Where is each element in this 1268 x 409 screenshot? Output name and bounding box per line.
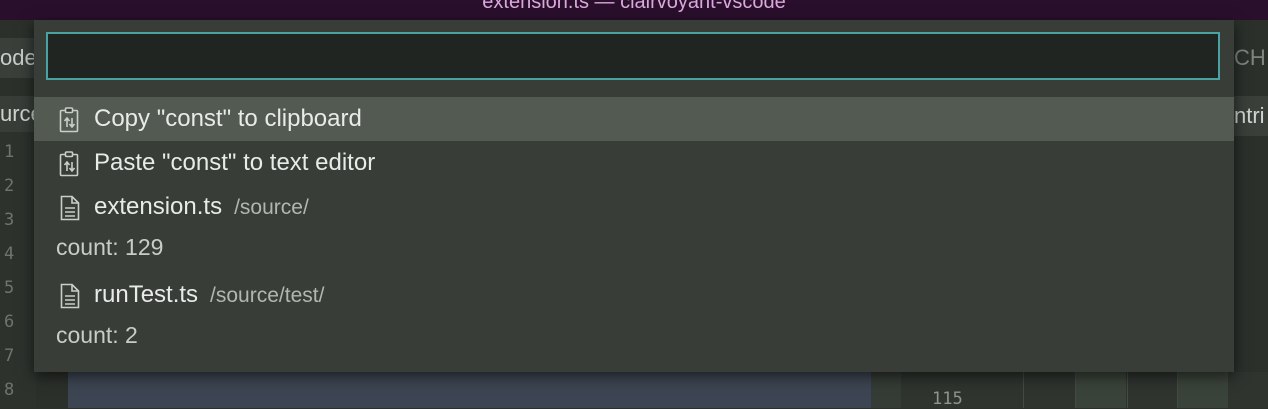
- column-divider: [1023, 372, 1024, 408]
- line-number-gutter: 1 2 3 4 5 6 7 8: [0, 132, 36, 408]
- line-number: 2: [4, 176, 15, 196]
- line-number: 7: [4, 346, 15, 366]
- line-number: 8: [4, 380, 15, 400]
- quick-pick-item-label: Copy "const" to clipboard: [94, 105, 362, 132]
- editor-selection-highlight: [68, 372, 871, 408]
- window-title: extension.ts — clairvoyant-vscode: [0, 0, 1268, 20]
- column-divider: [1177, 372, 1228, 408]
- clipboard-icon: [58, 106, 82, 134]
- quick-pick-item-paste[interactable]: Paste "const" to text editor: [34, 141, 1234, 185]
- quick-pick-item-copy[interactable]: Copy "const" to clipboard: [34, 97, 1234, 141]
- quick-pick-item-label: Paste "const" to text editor: [94, 149, 376, 176]
- file-icon: [58, 282, 82, 310]
- clipboard-icon: [58, 150, 82, 178]
- quick-pick-item-label: extension.ts/source/: [94, 193, 309, 221]
- quick-pick-item-file[interactable]: runTest.ts/source/test/: [34, 273, 1234, 317]
- column-divider: [1127, 372, 1128, 408]
- file-path: /source/: [234, 196, 309, 219]
- line-number: 1: [4, 142, 15, 162]
- line-number: 4: [4, 244, 15, 264]
- line-number: 6: [4, 312, 15, 332]
- column-divider: [1075, 372, 1126, 408]
- editor-tab-right[interactable]: CH: [1234, 38, 1268, 78]
- file-name: extension.ts: [94, 193, 223, 220]
- quick-pick-input[interactable]: [46, 32, 1220, 80]
- quick-pick-item-file[interactable]: extension.ts/source/: [34, 185, 1234, 229]
- file-icon: [58, 194, 82, 222]
- quick-pick-item-label: runTest.ts/source/test/: [94, 281, 324, 309]
- quick-pick-item-detail: count: 2: [56, 322, 138, 348]
- editor-tab-left[interactable]: ode: [0, 38, 36, 78]
- quick-pick-item-detail: count: 129: [56, 234, 164, 260]
- file-name: runTest.ts: [94, 281, 199, 308]
- line-number: 115: [932, 389, 963, 409]
- quick-pick-palette: Copy "const" to clipboard Paste "const" …: [34, 20, 1234, 372]
- line-number: 5: [4, 278, 15, 298]
- editor-scrollbar[interactable]: [871, 372, 901, 408]
- file-path: /source/test/: [210, 284, 325, 307]
- explorer-section-left[interactable]: urce: [0, 96, 36, 132]
- line-number: 3: [4, 210, 15, 230]
- panel-section-right[interactable]: ntri: [1234, 96, 1268, 136]
